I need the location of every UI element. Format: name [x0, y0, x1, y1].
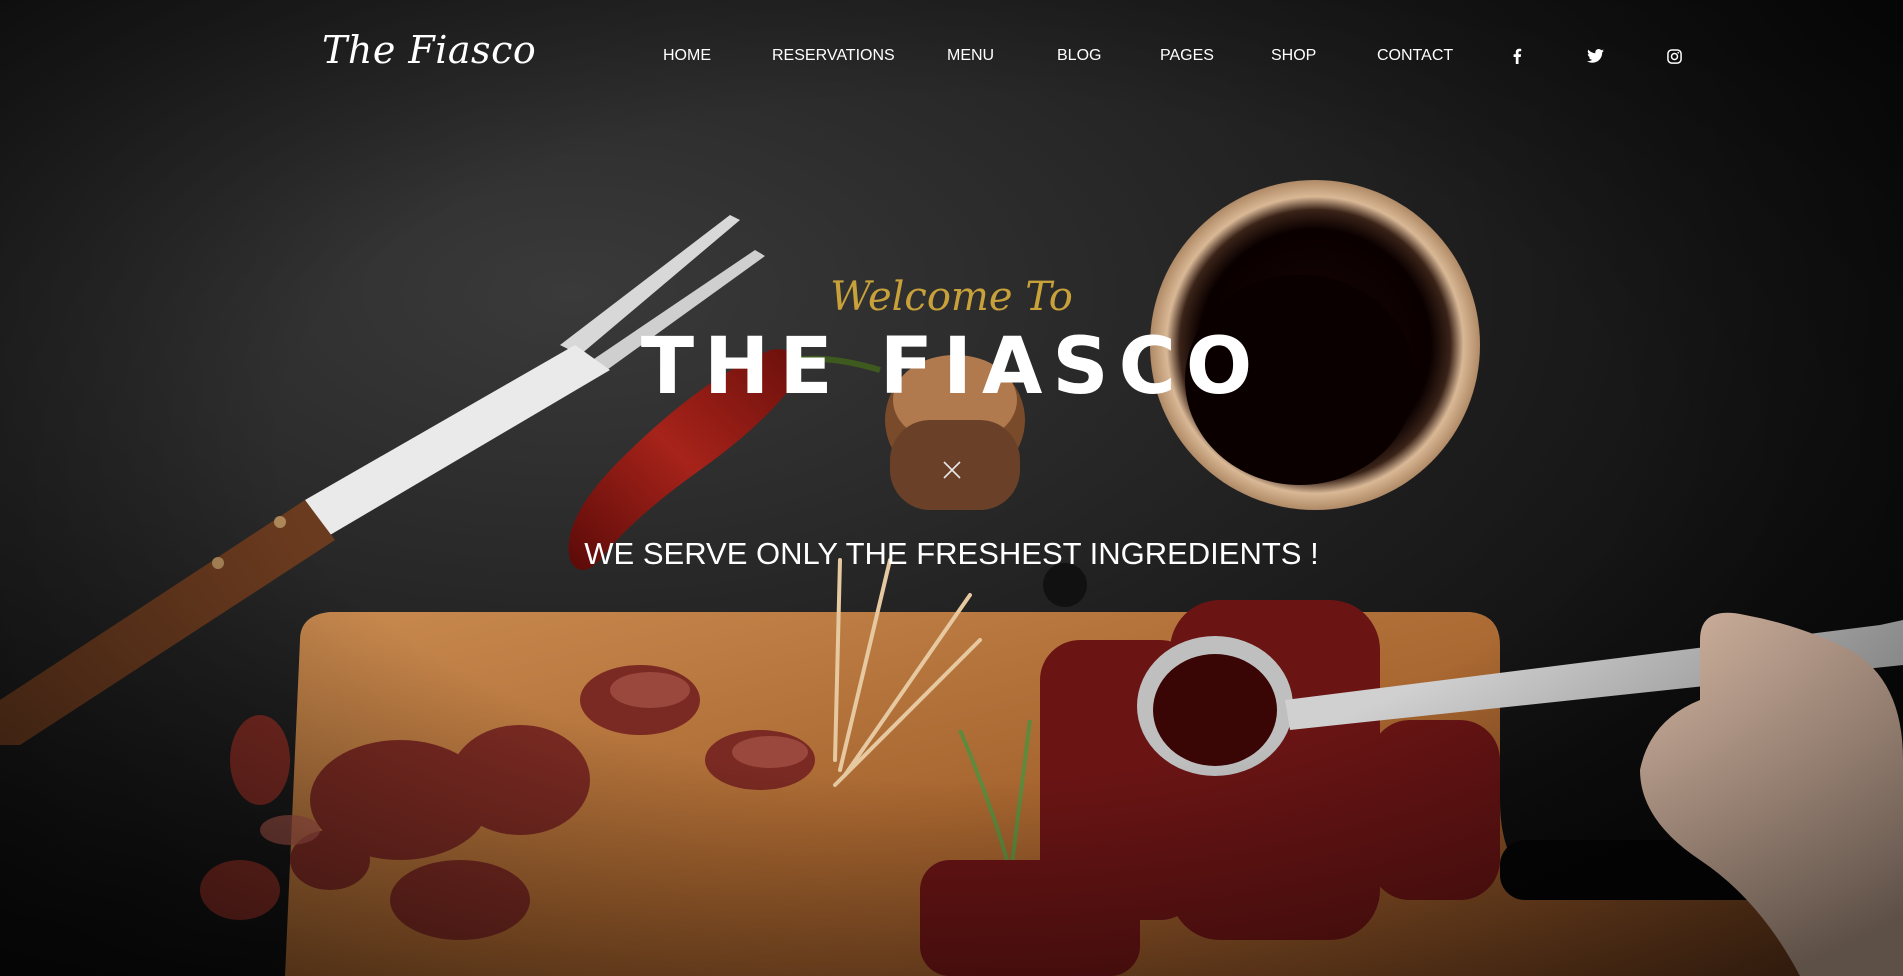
hero-title: THE FIASCO	[640, 322, 1263, 412]
twitter-icon[interactable]	[1585, 46, 1605, 66]
hero-tagline: WE SERVE ONLY THE FRESHEST INGREDIENTS !	[584, 536, 1319, 571]
nav-pages[interactable]: PAGES	[1160, 47, 1214, 65]
nav-contact[interactable]: CONTACT	[1377, 47, 1453, 65]
nav-shop[interactable]: SHOP	[1271, 47, 1316, 65]
hero-section	[0, 0, 1903, 976]
hero-background-image	[0, 0, 1903, 976]
welcome-heading: Welcome To	[830, 274, 1073, 320]
nav-menu[interactable]: MENU	[947, 47, 994, 65]
site-header: The Fiasco HOME RESERVATIONS MENU BLOG P…	[0, 0, 1903, 115]
nav-home[interactable]: HOME	[663, 47, 711, 65]
nav-reservations[interactable]: RESERVATIONS	[772, 47, 895, 65]
nav-blog[interactable]: BLOG	[1057, 47, 1101, 65]
instagram-icon[interactable]	[1664, 46, 1684, 66]
fork-knife-icon	[940, 458, 964, 482]
site-logo[interactable]: The Fiasco	[322, 28, 536, 72]
facebook-icon[interactable]	[1507, 46, 1527, 66]
